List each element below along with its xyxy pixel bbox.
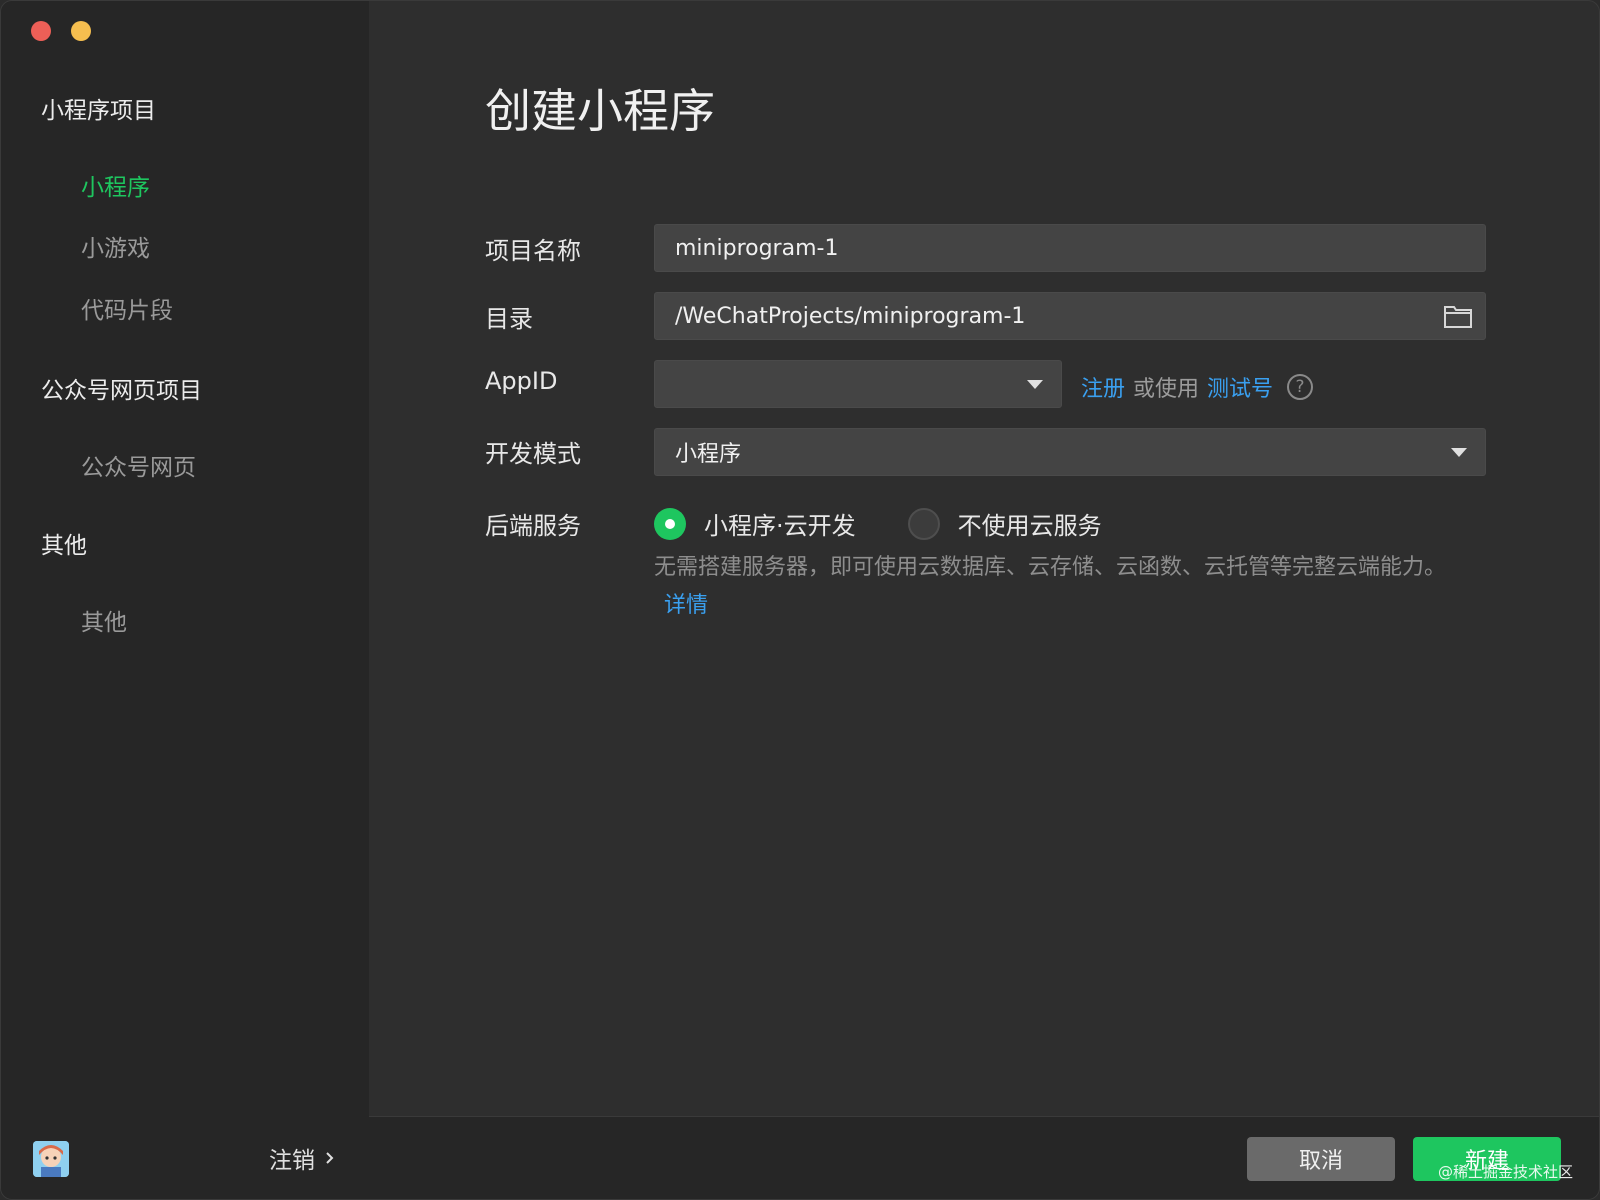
appid-links: 注册 或使用 测试号 ?	[1081, 371, 1314, 403]
sidebar-item-official-account-web[interactable]: 公众号网页	[81, 448, 196, 482]
sidebar-group-miniprogram-projects: 小程序项目	[41, 98, 156, 124]
directory-input[interactable]: /WeChatProjects/miniprogram-1	[654, 292, 1486, 340]
radio-cloud-dev-label[interactable]: 小程序·云开发	[704, 506, 856, 541]
sidebar-group-other: 其他	[41, 533, 87, 559]
dev-mode-value: 小程序	[675, 442, 742, 467]
chevron-right-icon	[325, 1145, 335, 1171]
radio-no-cloud[interactable]	[907, 507, 940, 540]
dev-mode-label: 开发模式	[485, 440, 581, 468]
directory-value: /WeChatProjects/miniprogram-1	[675, 303, 1026, 329]
close-window-button[interactable]	[31, 21, 51, 41]
radio-cloud-dev[interactable]	[654, 507, 686, 540]
sidebar-item-miniprogram[interactable]: 小程序	[81, 168, 150, 202]
backend-description: 无需搭建服务器，即可使用云数据库、云存储、云函数、云托管等完整云端能力。 详情	[654, 549, 1474, 625]
backend-service-label: 后端服务	[485, 512, 581, 540]
project-name-input[interactable]: miniprogram-1	[654, 224, 1486, 272]
sidebar-item-code-snippet[interactable]: 代码片段	[81, 291, 173, 325]
radio-no-cloud-label[interactable]: 不使用云服务	[958, 506, 1102, 541]
avatar[interactable]	[33, 1141, 69, 1177]
folder-icon[interactable]	[1443, 303, 1473, 329]
sidebar-item-minigame[interactable]: 小游戏	[81, 229, 150, 263]
page-title: 创建小程序	[485, 84, 715, 138]
sidebar-group-official-account-web: 公众号网页项目	[41, 378, 202, 404]
register-link[interactable]: 注册	[1081, 371, 1125, 403]
sidebar: 小程序项目 小程序 小游戏 代码片段 公众号网页项目 公众号网页 其他 其他 注…	[1, 1, 369, 1199]
details-link[interactable]: 详情	[664, 593, 708, 618]
app-window: 小程序项目 小程序 小游戏 代码片段 公众号网页项目 公众号网页 其他 其他 注…	[0, 0, 1600, 1200]
help-icon[interactable]: ?	[1287, 374, 1314, 400]
watermark: @稀土掘金技术社区	[1437, 1163, 1573, 1181]
directory-label: 目录	[485, 305, 533, 333]
appid-select[interactable]	[654, 360, 1062, 408]
caret-down-icon	[1027, 380, 1043, 389]
caret-down-icon	[1451, 448, 1467, 457]
backend-description-text: 无需搭建服务器，即可使用云数据库、云存储、云函数、云托管等完整云端能力。	[654, 555, 1447, 580]
dev-mode-select[interactable]: 小程序	[654, 428, 1486, 476]
project-name-label: 项目名称	[485, 237, 581, 265]
logout-button[interactable]: 注销	[269, 1141, 335, 1175]
window-controls	[31, 21, 91, 41]
minimize-window-button[interactable]	[71, 21, 91, 41]
footer-bar: 取消 新建	[369, 1116, 1599, 1199]
project-name-value: miniprogram-1	[675, 235, 839, 261]
appid-label: AppID	[485, 367, 558, 395]
backend-radio-group: 小程序·云开发 不使用云服务	[654, 506, 1102, 541]
test-account-link[interactable]: 测试号	[1207, 371, 1273, 403]
or-use-text: 或使用	[1133, 377, 1200, 402]
logout-label: 注销	[269, 1148, 315, 1174]
cancel-button[interactable]: 取消	[1247, 1137, 1395, 1181]
main-panel: 创建小程序 项目名称 miniprogram-1 目录 /WeChatProje…	[369, 1, 1599, 1116]
sidebar-item-other[interactable]: 其他	[81, 603, 127, 637]
